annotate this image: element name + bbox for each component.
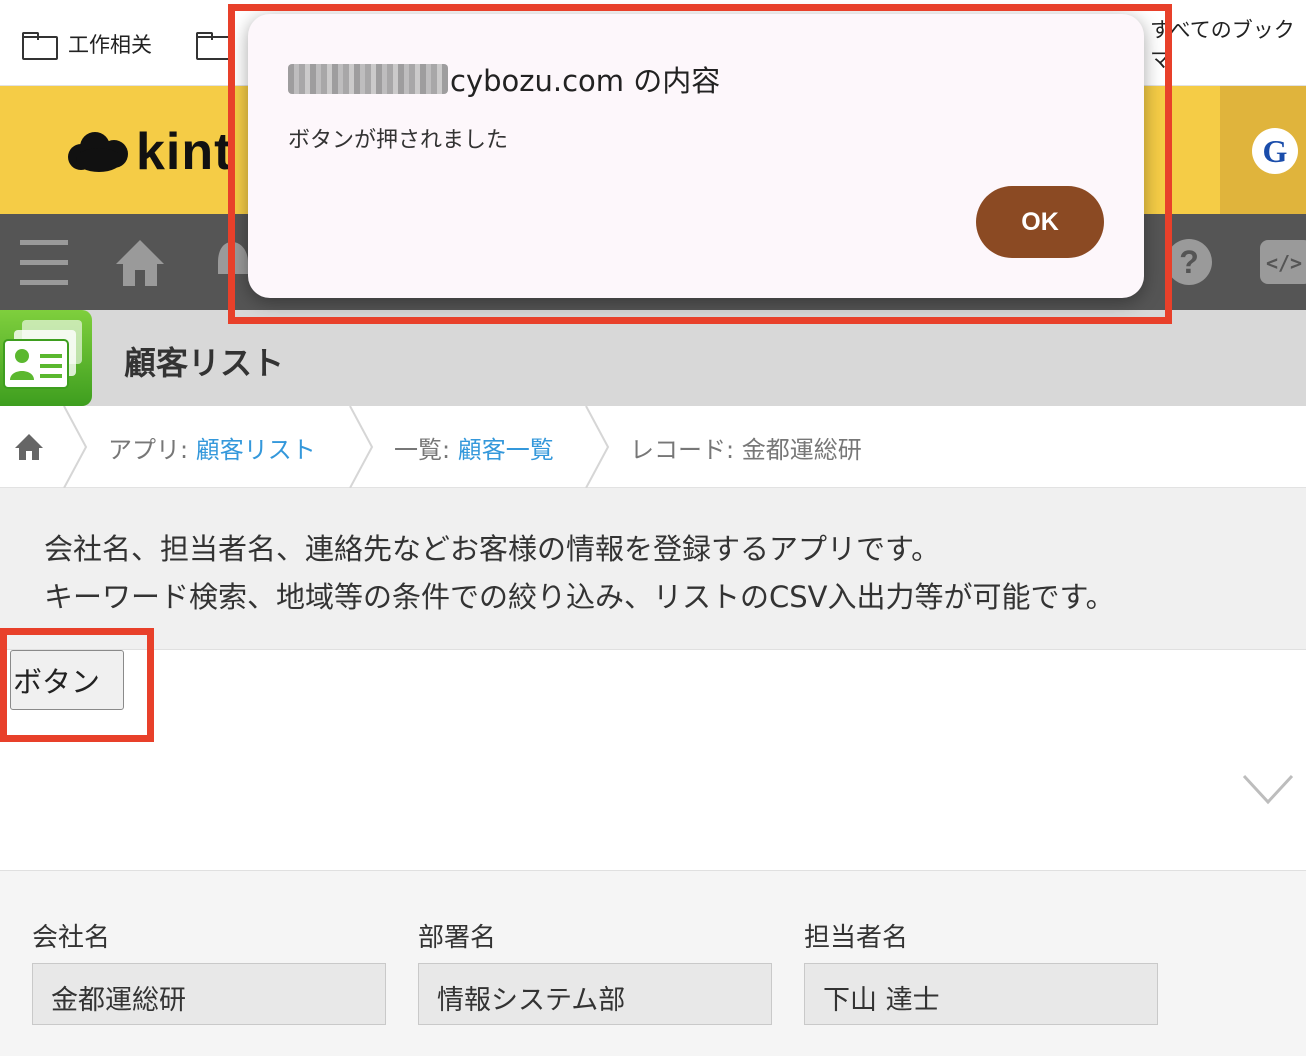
- field-label-contact: 担当者名: [804, 923, 909, 953]
- dialog-highlight-box: [228, 4, 1172, 324]
- field-label-department: 部署名: [418, 923, 497, 953]
- breadcrumb-separator: [349, 406, 374, 488]
- app-description: 会社名、担当者名、連絡先などお客様の情報を登録するアプリです。 キーワード検索、…: [0, 488, 1306, 650]
- header-profile-area: G: [1220, 86, 1306, 214]
- description-line-1: 会社名、担当者名、連絡先などお客様の情報を登録するアプリです。: [44, 532, 941, 566]
- breadcrumb-separator: [63, 406, 88, 488]
- bookmark-folder-label: 工作相关: [68, 33, 152, 57]
- kintone-logo[interactable]: kint: [66, 123, 233, 181]
- field-value-company: 金都運総研: [32, 963, 386, 1025]
- all-bookmarks-link[interactable]: すべてのブックマ: [1150, 18, 1306, 72]
- breadcrumb-app-link[interactable]: 顧客リスト: [196, 436, 316, 464]
- all-bookmarks-label: すべてのブックマ: [1150, 18, 1295, 72]
- breadcrumb-home-icon[interactable]: [14, 432, 44, 462]
- description-line-2: キーワード検索、地域等の条件での絞り込み、リストのCSV入出力等が可能です。: [44, 580, 1115, 614]
- field-value-department: 情報システム部: [418, 963, 772, 1025]
- chevron-down-icon[interactable]: [1242, 772, 1294, 806]
- field-value-contact: 下山 達士: [804, 963, 1158, 1025]
- home-icon[interactable]: [114, 234, 166, 290]
- code-icon[interactable]: </>: [1258, 234, 1306, 290]
- profile-avatar[interactable]: G: [1252, 128, 1298, 174]
- menu-icon[interactable]: [18, 234, 70, 290]
- svg-text:?: ?: [1179, 244, 1199, 280]
- cloud-logo-icon: [66, 130, 130, 174]
- svg-text:</>: </>: [1266, 251, 1302, 275]
- folder-icon: [22, 32, 58, 60]
- logo-text: kint: [136, 123, 233, 181]
- address-card-icon: [0, 310, 92, 406]
- bookmark-folder-1[interactable]: 工作相关: [22, 28, 152, 60]
- breadcrumb-view-link[interactable]: 顧客一覧: [458, 436, 554, 464]
- breadcrumb-record: レコード: 金都運総研: [630, 436, 862, 464]
- record-detail: 会社名 金都運総研 部署名 情報システム部 担当者名 下山 達士: [0, 870, 1306, 1056]
- button-highlight-box: [0, 628, 154, 742]
- breadcrumb-separator: [585, 406, 610, 488]
- app-title: 顧客リスト: [124, 344, 285, 382]
- breadcrumb: アプリ: 顧客リスト 一覧: 顧客一覧 レコード: 金都運総研: [0, 406, 1306, 488]
- breadcrumb-view: 一覧: 顧客一覧: [394, 436, 554, 464]
- app-title-bar: 顧客リスト: [0, 310, 1306, 406]
- field-label-company: 会社名: [32, 923, 111, 953]
- breadcrumb-app: アプリ: 顧客リスト: [108, 436, 316, 464]
- folder-icon: [196, 32, 232, 60]
